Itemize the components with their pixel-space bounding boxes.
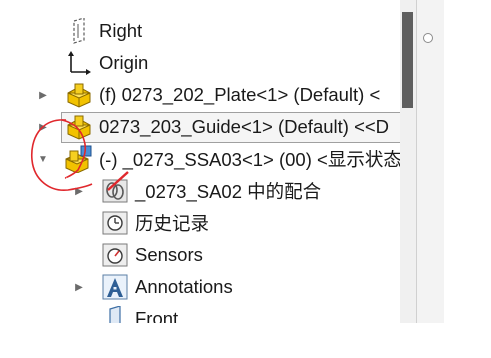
radio-dot-icon[interactable] (423, 33, 433, 43)
tree-item-mates[interactable]: ▶ _0273_SA02 中的配合 (16, 175, 400, 207)
mates-folder-icon (100, 176, 130, 206)
tree-item-label: _0273_SA02 中的配合 (135, 181, 322, 202)
history-icon (100, 208, 130, 238)
plane-icon (100, 304, 130, 323)
tree-item-history[interactable]: 历史记录 (16, 207, 400, 239)
origin-icon (64, 48, 94, 78)
part-icon (64, 80, 94, 110)
sensors-icon (100, 240, 130, 270)
tree-item-origin[interactable]: Origin (16, 47, 400, 79)
tree-item-label: Annotations (135, 276, 233, 297)
tree-item-plate[interactable]: ▶ (f) 0273_202_Plate<1> (Default) < (16, 79, 400, 111)
tree-item-sensors[interactable]: Sensors (16, 239, 400, 271)
part-icon (64, 112, 94, 142)
tree-item-label: 历史记录 (135, 213, 210, 234)
expand-arrow-icon[interactable]: ▶ (73, 281, 85, 293)
scroll-thumb[interactable] (402, 12, 413, 108)
annotations-icon (100, 272, 130, 302)
expand-arrow-icon[interactable]: ▶ (73, 185, 85, 197)
tree-item-label: Origin (99, 52, 149, 73)
tree-item-right[interactable]: Right (16, 15, 400, 47)
side-panel (416, 0, 444, 323)
feature-manager-tree: Right Origin ▶ (f) 0273_202_Plate<1> (De… (16, 0, 400, 323)
collapse-arrow-icon[interactable]: ▼ (37, 153, 49, 165)
tree-item-label: Sensors (135, 244, 203, 265)
tree-item-label: (f) 0273_202_Plate<1> (Default) < (99, 84, 381, 105)
tree-item-front[interactable]: Front (16, 303, 400, 323)
expand-arrow-icon[interactable]: ▶ (37, 121, 49, 133)
tree-item-subassembly[interactable]: ▼ (-) _0273_SSA03<1> (00) <显示状态 (16, 143, 400, 175)
tree-item-guide[interactable]: ▶ 0273_203_Guide<1> (Default) <<D (16, 111, 400, 143)
tree-item-label: Front (135, 308, 179, 323)
tree-item-label: 0273_203_Guide<1> (Default) <<D (99, 116, 390, 137)
tree-item-label: Right (99, 20, 143, 41)
tree-item-annotations[interactable]: ▶ Annotations (16, 271, 400, 303)
plane-icon (64, 16, 94, 46)
tree-item-label: (-) _0273_SSA03<1> (00) <显示状态 (99, 149, 400, 170)
subassembly-icon (64, 144, 94, 174)
expand-arrow-icon[interactable]: ▶ (37, 89, 49, 101)
